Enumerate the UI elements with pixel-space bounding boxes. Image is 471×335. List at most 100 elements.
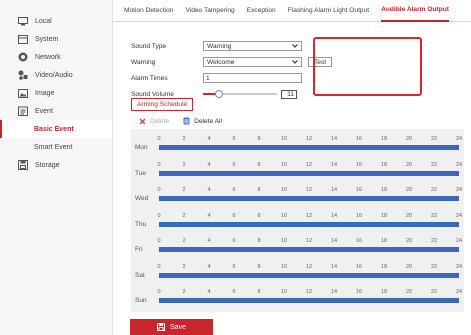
hour-tick-label: 6 <box>232 263 236 270</box>
hour-tick-label: 2 <box>182 289 186 295</box>
image-icon <box>18 88 28 98</box>
schedule-day-row: Fri 0 2 4 6 8 10 12 14 16 18 20 22 24 <box>131 237 464 258</box>
schedule-bar[interactable] <box>159 196 459 201</box>
tab-audible-alarm-output[interactable]: Audible Alarm Output <box>381 0 449 22</box>
sidebar-item-video-audio[interactable]: Video/Audio <box>0 66 112 84</box>
sidebar-item-label: Storage <box>35 161 60 169</box>
hour-tick-label: 14 <box>330 187 338 193</box>
sound-volume-value[interactable]: 11 <box>281 89 297 99</box>
schedule-day-row: Tue 0 2 4 6 8 10 12 14 16 18 20 22 24 <box>131 161 464 182</box>
hour-tick-label: 20 <box>405 263 413 270</box>
arming-schedule-grid: Mon 0 2 4 6 8 10 12 14 16 18 20 22 24 Tue 0 2 4 6 8 10 12 14 16… <box>131 129 464 312</box>
schedule-bar[interactable] <box>159 145 459 150</box>
schedule-bar[interactable] <box>159 272 459 278</box>
hour-tick-label: 22 <box>430 212 438 219</box>
hour-tick-label: 0 <box>157 161 161 168</box>
hour-tick-label: 4 <box>207 136 211 142</box>
hour-tick-label: 22 <box>430 263 438 270</box>
hour-tick-label: 20 <box>405 238 413 244</box>
schedule-day-row: Sun 0 2 4 6 8 10 12 14 16 18 20 22 24 <box>131 288 464 309</box>
audible-alarm-form: Sound Type Warning Warning Welcome Test … <box>131 40 333 104</box>
hour-tick-label: 14 <box>330 238 338 244</box>
hour-tick-label: 4 <box>207 161 211 168</box>
hour-tick-label: 18 <box>380 263 388 270</box>
delete-all-label: Delete All <box>194 117 222 125</box>
sidebar-item-image[interactable]: Image <box>0 84 112 102</box>
hour-tick-label: 12 <box>305 289 313 295</box>
warning-select[interactable]: Welcome <box>203 57 302 67</box>
sidebar-item-local[interactable]: Local <box>0 12 112 30</box>
sound-volume-slider[interactable] <box>203 89 277 99</box>
hour-tick-label: 22 <box>430 187 438 193</box>
hour-tick-label: 16 <box>355 212 363 219</box>
highlight-box <box>313 37 422 96</box>
sidebar-item-event[interactable]: Event <box>0 102 112 120</box>
sidebar-item-network[interactable]: Network <box>0 48 112 66</box>
hour-tick-label: 14 <box>330 289 338 295</box>
hour-tick-label: 24 <box>455 289 463 295</box>
sidebar-item-storage[interactable]: Storage <box>0 156 112 174</box>
schedule-bar[interactable] <box>159 298 459 303</box>
hour-tick-label: 8 <box>257 136 261 142</box>
tab-flashing-alarm-light-output[interactable]: Flashing Alarm Light Output <box>288 0 369 22</box>
alarm-times-input[interactable]: 1 <box>203 73 302 83</box>
chevron-down-icon <box>292 59 298 66</box>
hour-tick-label: 8 <box>257 212 261 219</box>
save-button[interactable]: Save <box>130 319 213 335</box>
sound-type-value: Warning <box>207 42 232 50</box>
delete-button[interactable]: Delete <box>139 118 169 125</box>
day-label: Wed <box>135 195 149 202</box>
tab-exception[interactable]: Exception <box>247 0 276 22</box>
hour-ticks: 0 2 4 6 8 10 12 14 16 18 20 22 24 <box>157 238 462 246</box>
hour-tick-label: 4 <box>207 212 211 219</box>
slider-thumb[interactable] <box>215 90 223 98</box>
hour-tick-label: 2 <box>182 187 186 193</box>
system-icon <box>18 34 28 44</box>
hour-tick-label: 12 <box>305 263 313 270</box>
tab-video-tampering[interactable]: Video Tampering <box>185 0 234 22</box>
sidebar-item-basic-event[interactable]: Basic Event <box>0 120 112 138</box>
arming-schedule-tab[interactable]: Arming Schedule <box>131 98 194 111</box>
schedule-day-row: Mon 0 2 4 6 8 10 12 14 16 18 20 22 24 <box>131 135 464 156</box>
sidebar-item-system[interactable]: System <box>0 30 112 48</box>
hour-tick-label: 10 <box>280 212 288 219</box>
day-label: Tue <box>135 169 146 177</box>
day-label: Sun <box>135 297 147 304</box>
delete-all-button[interactable]: Delete All <box>183 117 222 125</box>
hour-tick-label: 24 <box>455 136 463 142</box>
main-content: Motion Detection Video Tampering Excepti… <box>113 0 471 335</box>
save-label: Save <box>170 323 186 331</box>
hour-tick-label: 6 <box>232 136 236 142</box>
hour-tick-label: 18 <box>380 212 388 219</box>
hour-ticks: 0 2 4 6 8 10 12 14 16 18 20 22 24 <box>157 161 462 170</box>
hour-tick-label: 14 <box>330 263 338 270</box>
app-root: Local System Network Video/Audio Image E… <box>0 0 471 335</box>
hour-tick-label: 10 <box>280 161 288 168</box>
tab-motion-detection[interactable]: Motion Detection <box>124 0 173 22</box>
schedule-bar[interactable] <box>159 247 459 252</box>
day-label: Fri <box>135 246 143 253</box>
tab-bar: Motion Detection Video Tampering Excepti… <box>113 0 471 22</box>
warning-row: Warning Welcome Test <box>131 56 333 68</box>
schedule-bar[interactable] <box>159 170 459 176</box>
sidebar-item-smart-event[interactable]: Smart Event <box>0 138 112 156</box>
sidebar-item-label: Event <box>35 107 53 115</box>
sound-type-select[interactable]: Warning <box>203 41 302 51</box>
hour-tick-label: 10 <box>280 136 288 142</box>
sidebar-item-label: System <box>35 35 59 43</box>
hour-tick-label: 8 <box>257 187 261 193</box>
alarm-times-row: Alarm Times 1 <box>131 72 332 84</box>
hour-tick-label: 6 <box>232 289 236 295</box>
sidebar-item-label: Image <box>35 89 55 97</box>
hour-tick-label: 12 <box>305 187 313 193</box>
hour-tick-label: 8 <box>257 289 261 295</box>
sidebar-item-label: Network <box>35 53 61 61</box>
hour-tick-label: 20 <box>405 136 413 142</box>
hour-tick-label: 12 <box>305 161 313 168</box>
hour-tick-label: 6 <box>232 187 236 193</box>
hour-tick-label: 16 <box>355 263 363 270</box>
schedule-actions: Delete Delete All <box>139 117 236 125</box>
schedule-bar[interactable] <box>159 221 459 227</box>
event-icon <box>18 106 28 116</box>
hour-tick-label: 16 <box>355 136 363 142</box>
